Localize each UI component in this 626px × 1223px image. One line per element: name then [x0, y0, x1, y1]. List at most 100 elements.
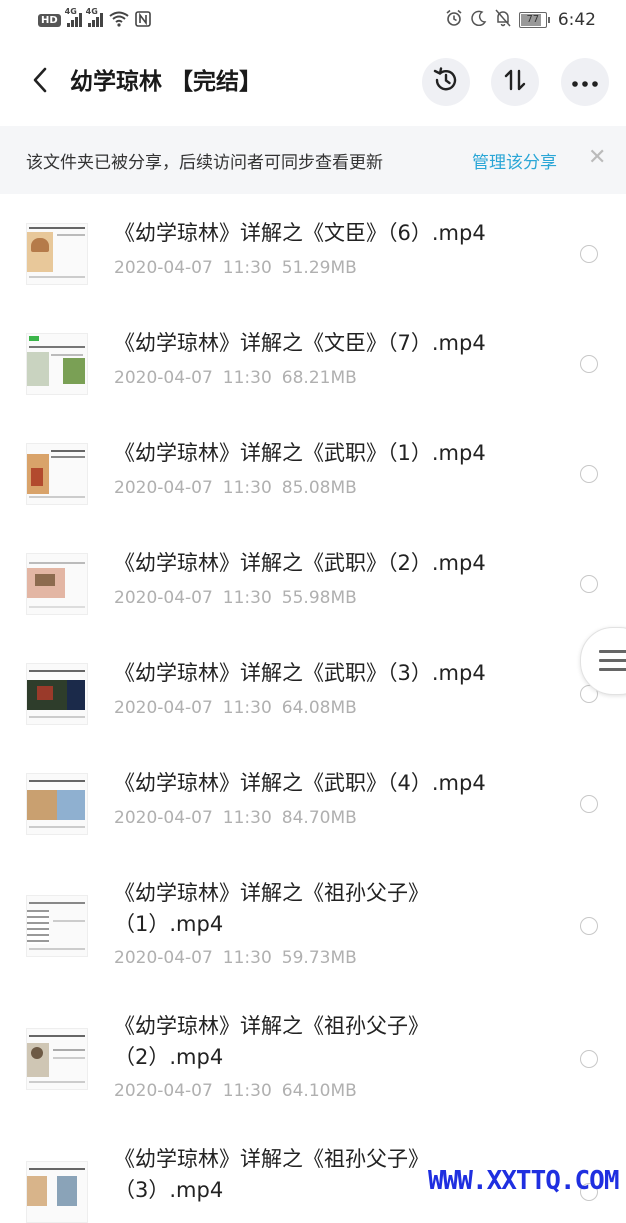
battery-level: 77: [526, 14, 540, 25]
file-size: 55.98MB: [281, 588, 357, 608]
video-thumbnail: [26, 553, 88, 615]
signal-icon: 4G: [86, 7, 103, 27]
file-item[interactable]: 《幼学琼林》详解之《武职》（4）.mp4 2020-04-07 11:30 84.7…: [0, 746, 626, 856]
page-title: 幼学琼林 【完结】: [70, 69, 263, 95]
select-radio[interactable]: [580, 1050, 598, 1068]
file-meta: 2020-04-07 11:30 55.98MB: [114, 588, 357, 608]
file-meta: 2020-04-07 11:30 51.29MB: [114, 258, 357, 278]
wifi-icon: [109, 11, 129, 30]
video-thumbnail: [26, 773, 88, 835]
status-right: 77 6:42: [445, 8, 596, 32]
file-name: 《幼学琼林》详解之《武职》（2）.mp4: [114, 551, 486, 575]
manage-share-link[interactable]: 管理该分享: [472, 148, 557, 173]
file-time: 11:30: [222, 1081, 272, 1101]
mute-bell-icon: [495, 9, 511, 31]
video-thumbnail: [26, 663, 88, 725]
more-button[interactable]: [561, 58, 609, 106]
video-thumbnail: [26, 1028, 88, 1090]
file-date: 2020-04-07: [114, 698, 213, 718]
file-date: 2020-04-07: [114, 478, 213, 498]
video-thumbnail: [26, 223, 88, 285]
nfc-icon: [134, 10, 151, 30]
select-radio[interactable]: [580, 575, 598, 593]
file-time: 11:30: [222, 948, 272, 968]
network-label: 4G: [85, 7, 98, 16]
file-time: 11:30: [222, 698, 272, 718]
file-size: 68.21MB: [281, 368, 357, 388]
file-meta: 2020-04-07 11:30 64.10MB: [114, 1081, 357, 1101]
file-name: （1）.mp4: [114, 912, 224, 936]
signal-icon: 4G: [65, 7, 82, 27]
select-radio[interactable]: [580, 465, 598, 483]
select-radio[interactable]: [580, 245, 598, 263]
file-meta: 2020-04-07 11:30 85.08MB: [114, 478, 357, 498]
video-thumbnail: [26, 1161, 88, 1223]
file-date: 2020-04-07: [114, 948, 213, 968]
close-icon[interactable]: ✕: [588, 144, 606, 172]
network-label: 4G: [64, 7, 77, 16]
file-size: 51.29MB: [281, 258, 357, 278]
moon-icon: [471, 10, 487, 30]
file-item[interactable]: 《幼学琼林》详解之《文臣》（7）.mp4 2020-04-07 11:30 68.2…: [0, 306, 626, 416]
file-date: 2020-04-07: [114, 588, 213, 608]
file-time: 11:30: [222, 258, 272, 278]
watermark: WWW.XXTTQ.COM: [428, 1166, 619, 1196]
file-name: 《幼学琼林》详解之《武职》（1）.mp4: [114, 441, 486, 465]
file-size: 64.10MB: [281, 1081, 357, 1101]
chevron-left-icon: [32, 67, 48, 97]
file-item[interactable]: 《幼学琼林》详解之《文臣》（6）.mp4 2020-04-07 11:30 51.2…: [0, 196, 626, 306]
file-meta: 2020-04-07 11:30 64.08MB: [114, 698, 357, 718]
file-meta: 2020-04-07 11:30 59.73MB: [114, 948, 357, 968]
alarm-icon: [445, 9, 463, 31]
file-time: 11:30: [222, 368, 272, 388]
sort-button[interactable]: [491, 58, 539, 106]
header: 幼学琼林 【完结】: [0, 40, 626, 124]
clock: 6:42: [557, 10, 596, 30]
file-size: 64.08MB: [281, 698, 357, 718]
file-size: 59.73MB: [281, 948, 357, 968]
select-radio[interactable]: [580, 355, 598, 373]
status-left: HD 4G 4G: [38, 7, 151, 30]
file-date: 2020-04-07: [114, 258, 213, 278]
file-size: 85.08MB: [281, 478, 357, 498]
more-icon: [571, 73, 599, 92]
file-time: 11:30: [222, 588, 272, 608]
file-size: 84.70MB: [281, 808, 357, 828]
file-name: 《幼学琼林》详解之《文臣》（6）.mp4: [114, 221, 486, 245]
menu-icon: [599, 650, 626, 677]
share-banner: 该文件夹已被分享，后续访问者可同步查看更新 管理该分享 ✕: [0, 126, 626, 194]
file-item[interactable]: 《幼学琼林》详解之《祖孙父子》 （1）.mp4 2020-04-07 11:30 5…: [0, 856, 626, 989]
file-name: 《幼学琼林》详解之《祖孙父子》: [114, 881, 429, 905]
video-thumbnail: [26, 443, 88, 505]
file-item[interactable]: 《幼学琼林》详解之《祖孙父子》 （2）.mp4 2020-04-07 11:30 6…: [0, 989, 626, 1122]
file-name: 《幼学琼林》详解之《祖孙父子》: [114, 1147, 429, 1171]
history-icon: [432, 66, 460, 98]
back-button[interactable]: [24, 64, 56, 100]
battery-icon: 77: [518, 12, 550, 28]
file-name: （2）.mp4: [114, 1045, 224, 1069]
file-name: 《幼学琼林》详解之《祖孙父子》: [114, 1014, 429, 1038]
share-notice-text: 该文件夹已被分享，后续访问者可同步查看更新: [26, 153, 383, 173]
file-time: 11:30: [222, 478, 272, 498]
file-item[interactable]: 《幼学琼林》详解之《武职》（1）.mp4 2020-04-07 11:30 85.0…: [0, 416, 626, 526]
select-radio[interactable]: [580, 917, 598, 935]
file-date: 2020-04-07: [114, 1081, 213, 1101]
file-name: 《幼学琼林》详解之《武职》（3）.mp4: [114, 661, 486, 685]
video-thumbnail: [26, 895, 88, 957]
file-meta: 2020-04-07 11:30 68.21MB: [114, 368, 357, 388]
file-list: 《幼学琼林》详解之《文臣》（6）.mp4 2020-04-07 11:30 51.2…: [0, 196, 626, 1223]
status-bar: HD 4G 4G 77 6:42: [0, 0, 626, 40]
hd-badge: HD: [38, 13, 61, 27]
file-date: 2020-04-07: [114, 368, 213, 388]
file-meta: 2020-04-07 11:30 84.70MB: [114, 808, 357, 828]
video-thumbnail: [26, 333, 88, 395]
file-item[interactable]: 《幼学琼林》详解之《武职》（3）.mp4 2020-04-07 11:30 64.0…: [0, 636, 626, 746]
history-button[interactable]: [422, 58, 470, 106]
file-time: 11:30: [222, 808, 272, 828]
sort-icon: [502, 67, 528, 97]
file-name: 《幼学琼林》详解之《武职》（4）.mp4: [114, 771, 486, 795]
file-item[interactable]: 《幼学琼林》详解之《武职》（2）.mp4 2020-04-07 11:30 55.9…: [0, 526, 626, 636]
file-name: 《幼学琼林》详解之《文臣》（7）.mp4: [114, 331, 486, 355]
select-radio[interactable]: [580, 795, 598, 813]
file-date: 2020-04-07: [114, 808, 213, 828]
